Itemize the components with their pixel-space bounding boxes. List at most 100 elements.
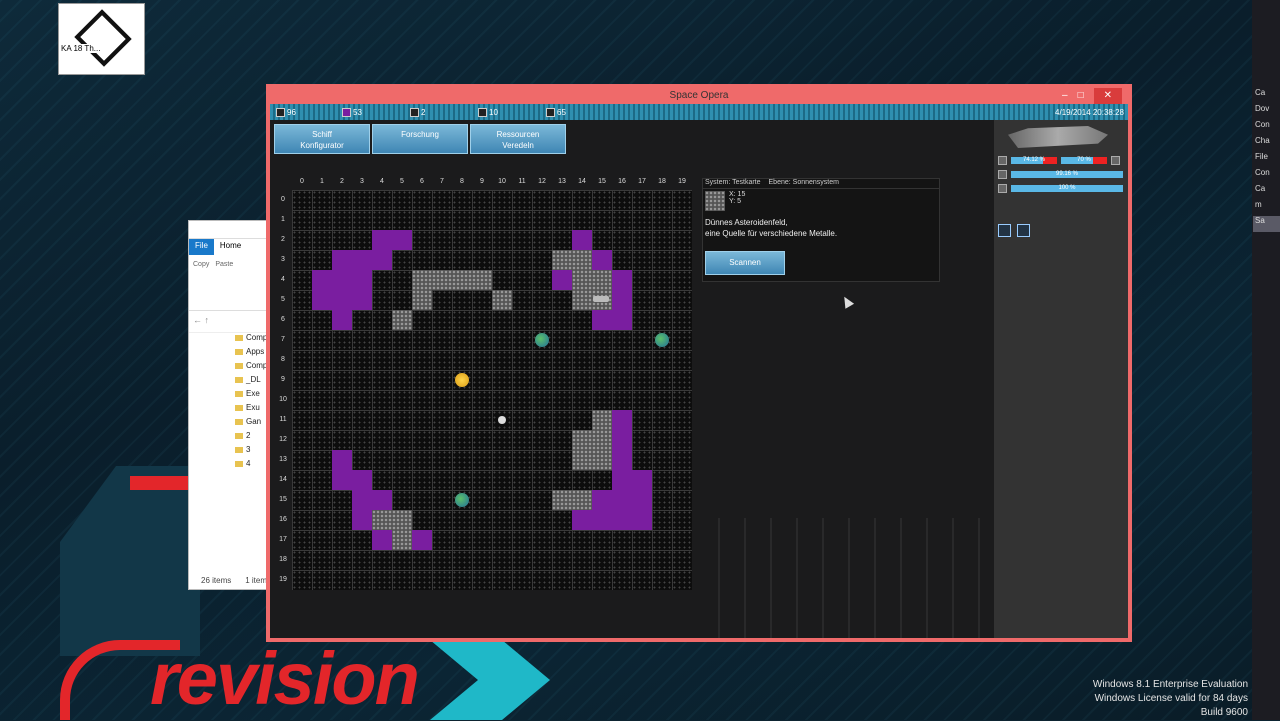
nebula-cell[interactable]: [632, 510, 652, 530]
nebula-cell[interactable]: [632, 490, 652, 510]
map-grid[interactable]: [292, 190, 692, 590]
asteroid-cell[interactable]: [392, 530, 412, 550]
tree-item[interactable]: Compo: [189, 333, 267, 347]
asteroid-cell[interactable]: [452, 270, 472, 290]
desktop-shortcut[interactable]: KA 18 Th...: [58, 3, 145, 75]
maximize-icon[interactable]: □: [1078, 88, 1084, 104]
asteroid-cell[interactable]: [572, 450, 592, 470]
asteroid-cell[interactable]: [392, 310, 412, 330]
tree-item[interactable]: Exe: [189, 389, 267, 403]
tree-item[interactable]: _DL: [189, 375, 267, 389]
nebula-cell[interactable]: [552, 270, 572, 290]
nebula-cell[interactable]: [372, 490, 392, 510]
nebula-cell[interactable]: [592, 510, 612, 530]
planet-earth-icon[interactable]: [455, 493, 469, 507]
nebula-cell[interactable]: [592, 490, 612, 510]
asteroid-cell[interactable]: [432, 270, 452, 290]
right-item[interactable]: Sa: [1253, 216, 1280, 232]
scan-button[interactable]: Scannen: [705, 251, 785, 275]
research-button[interactable]: Forschung: [372, 124, 468, 154]
nebula-cell[interactable]: [612, 510, 632, 530]
asteroid-cell[interactable]: [552, 250, 572, 270]
nebula-cell[interactable]: [352, 290, 372, 310]
asteroid-cell[interactable]: [592, 430, 612, 450]
asteroid-cell[interactable]: [392, 510, 412, 530]
nebula-cell[interactable]: [612, 450, 632, 470]
close-icon[interactable]: ✕: [1093, 88, 1122, 104]
tree-item[interactable]: Exu: [189, 403, 267, 417]
nebula-cell[interactable]: [592, 310, 612, 330]
asteroid-cell[interactable]: [572, 430, 592, 450]
right-item[interactable]: Con: [1253, 168, 1280, 184]
copy-button[interactable]: Copy: [193, 261, 209, 304]
asteroid-cell[interactable]: [572, 290, 592, 310]
tree-item[interactable]: 2: [189, 431, 267, 445]
tree-item[interactable]: Gan: [189, 417, 267, 431]
tab-home[interactable]: Home: [214, 239, 247, 255]
asteroid-cell[interactable]: [572, 250, 592, 270]
player-ship-icon[interactable]: [593, 296, 609, 302]
nebula-cell[interactable]: [612, 270, 632, 290]
nebula-cell[interactable]: [312, 270, 332, 290]
nebula-cell[interactable]: [572, 510, 592, 530]
nebula-cell[interactable]: [332, 270, 352, 290]
tree-item[interactable]: Apps: [189, 347, 267, 361]
asteroid-cell[interactable]: [372, 510, 392, 530]
nebula-cell[interactable]: [372, 250, 392, 270]
ship-configurator-button[interactable]: Schiff Konfigurator: [274, 124, 370, 154]
nebula-cell[interactable]: [352, 470, 372, 490]
right-item[interactable]: m: [1253, 200, 1280, 216]
nebula-cell[interactable]: [312, 290, 332, 310]
nebula-cell[interactable]: [332, 290, 352, 310]
asteroid-cell[interactable]: [412, 270, 432, 290]
navigate-icon[interactable]: [1017, 224, 1030, 237]
right-item[interactable]: Con: [1253, 120, 1280, 136]
up-icon[interactable]: ↑: [205, 315, 210, 325]
tree-item[interactable]: Comp: [189, 361, 267, 375]
nebula-cell[interactable]: [612, 290, 632, 310]
nebula-cell[interactable]: [332, 470, 352, 490]
tree-item[interactable]: 3: [189, 445, 267, 459]
asteroid-cell[interactable]: [572, 490, 592, 510]
nebula-cell[interactable]: [412, 530, 432, 550]
asteroid-cell[interactable]: [592, 450, 612, 470]
planet-earth-icon[interactable]: [655, 333, 669, 347]
moon-icon[interactable]: [498, 416, 506, 424]
refine-resources-button[interactable]: Ressourcen Veredeln: [470, 124, 566, 154]
nebula-cell[interactable]: [332, 450, 352, 470]
minimize-icon[interactable]: –: [1062, 88, 1068, 104]
nebula-cell[interactable]: [392, 230, 412, 250]
nebula-cell[interactable]: [612, 490, 632, 510]
nebula-cell[interactable]: [352, 270, 372, 290]
right-item[interactable]: Ca: [1253, 88, 1280, 104]
asteroid-cell[interactable]: [492, 290, 512, 310]
nebula-cell[interactable]: [632, 470, 652, 490]
nebula-cell[interactable]: [612, 430, 632, 450]
back-icon[interactable]: ←: [193, 315, 202, 325]
asteroid-cell[interactable]: [572, 270, 592, 290]
nebula-cell[interactable]: [372, 230, 392, 250]
asteroid-cell[interactable]: [472, 270, 492, 290]
tree-item[interactable]: 4: [189, 459, 267, 473]
planet-earth-icon[interactable]: [535, 333, 549, 347]
right-item[interactable]: Dov: [1253, 104, 1280, 120]
asteroid-cell[interactable]: [592, 270, 612, 290]
asteroid-cell[interactable]: [592, 410, 612, 430]
nebula-cell[interactable]: [612, 410, 632, 430]
close-icon[interactable]: [1111, 156, 1120, 165]
right-item[interactable]: Cha: [1253, 136, 1280, 152]
nebula-cell[interactable]: [612, 310, 632, 330]
title-bar[interactable]: Space Opera – □ ✕: [270, 88, 1128, 104]
nebula-cell[interactable]: [352, 250, 372, 270]
asteroid-cell[interactable]: [552, 490, 572, 510]
tab-file[interactable]: File: [189, 239, 214, 255]
right-item[interactable]: Ca: [1253, 184, 1280, 200]
nebula-cell[interactable]: [332, 250, 352, 270]
right-item[interactable]: File: [1253, 152, 1280, 168]
sun-icon[interactable]: [455, 373, 469, 387]
nebula-cell[interactable]: [332, 310, 352, 330]
map-icon[interactable]: [998, 224, 1011, 237]
nebula-cell[interactable]: [372, 530, 392, 550]
nebula-cell[interactable]: [352, 510, 372, 530]
asteroid-cell[interactable]: [412, 290, 432, 310]
